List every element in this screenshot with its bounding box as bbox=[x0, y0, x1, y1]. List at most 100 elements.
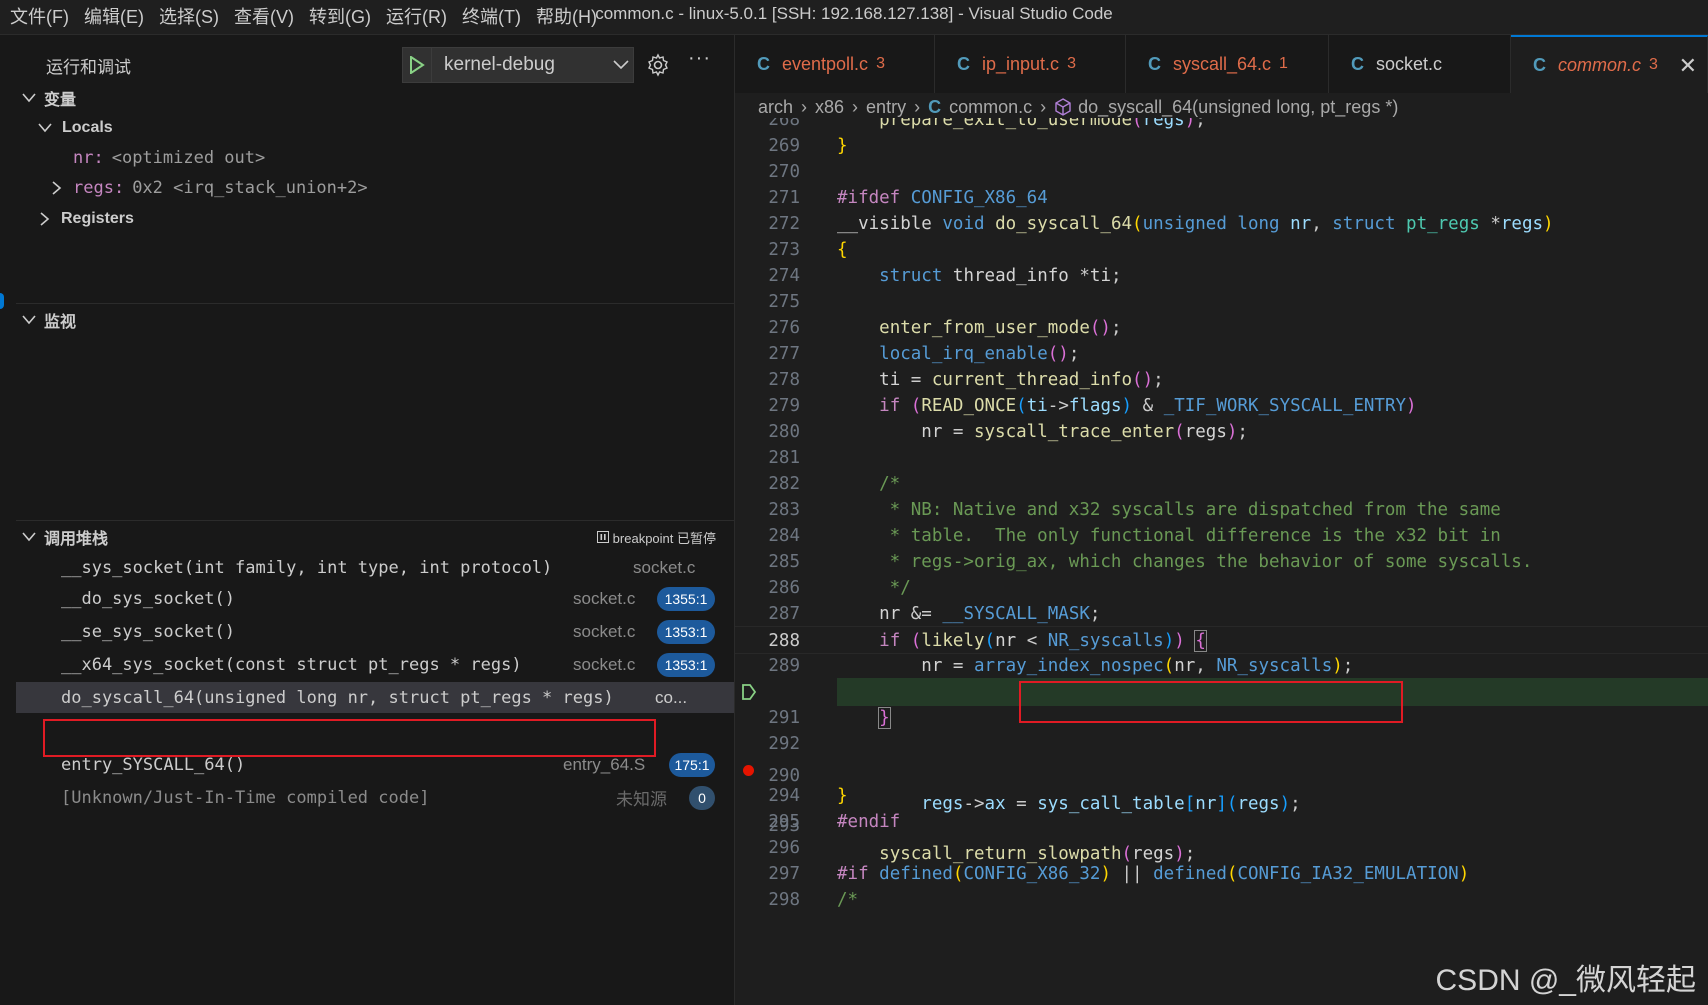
watch-title: 监视 bbox=[44, 314, 77, 331]
code-line-276: 276 enter_from_user_mode(); bbox=[735, 314, 1708, 342]
breakpoint-icon[interactable] bbox=[743, 765, 754, 776]
chevron-down-icon[interactable] bbox=[609, 48, 633, 82]
line-number: 280 bbox=[768, 422, 800, 442]
variables-section-header[interactable]: 变量 bbox=[0, 83, 734, 113]
more-actions-icon[interactable]: ··· bbox=[688, 47, 711, 70]
code-text: nr &= __SYSCALL_MASK; bbox=[879, 604, 1101, 624]
code-line-274: 274 struct thread_info *ti; bbox=[735, 262, 1708, 290]
tab-label: syscall_64.c bbox=[1173, 53, 1272, 74]
line-number: 291 bbox=[768, 708, 800, 728]
menu-view[interactable]: 查看(V) bbox=[230, 0, 305, 34]
frame-function: do_syscall_64(unsigned long nr, struct p… bbox=[61, 687, 614, 708]
code-text: nr = array_index_nospec(nr, NR_syscalls)… bbox=[921, 656, 1354, 676]
code-text: #endif bbox=[837, 812, 901, 832]
line-number: 297 bbox=[768, 864, 800, 884]
tab-common[interactable]: C common.c 3 ✕ bbox=[1511, 35, 1708, 93]
section-divider bbox=[16, 303, 734, 304]
line-number: 285 bbox=[768, 552, 800, 572]
code-line-273: 273 { bbox=[735, 236, 1708, 264]
line-number: 274 bbox=[768, 266, 800, 286]
frame-file: socket.c bbox=[573, 588, 636, 608]
code-text: } bbox=[837, 786, 848, 806]
tab-eventpoll[interactable]: C eventpoll.c 3 bbox=[735, 35, 935, 93]
breadcrumb-item[interactable]: entry bbox=[866, 97, 906, 118]
breadcrumb-symbol[interactable]: do_syscall_64(unsigned long, pt_regs *) bbox=[1078, 97, 1398, 118]
tab-socket[interactable]: C socket.c bbox=[1329, 35, 1511, 93]
code-line-277: 277 local_irq_enable(); bbox=[735, 340, 1708, 368]
stack-frame[interactable]: [Unknown/Just-In-Time compiled code] 未知源… bbox=[16, 782, 734, 813]
pause-icon bbox=[596, 531, 609, 543]
stack-frame[interactable]: __se_sys_socket() socket.c 1353:1 bbox=[16, 616, 734, 647]
code-line-292: 292 bbox=[735, 730, 1708, 758]
code-text: ti = current_thread_info(); bbox=[879, 370, 1164, 390]
code-editor[interactable]: 268 prepare_exit_to_usermode(regs); 269}… bbox=[735, 118, 1708, 1005]
stack-frame[interactable]: __do_sys_socket() socket.c 1355:1 bbox=[16, 583, 734, 614]
line-number: 279 bbox=[768, 396, 800, 416]
callstack-section-header[interactable]: 调用堆栈 breakpoint 已暂停 bbox=[0, 522, 734, 552]
line-number: 276 bbox=[768, 318, 800, 338]
menu-go[interactable]: 转到(G) bbox=[305, 0, 382, 34]
line-number: 271 bbox=[768, 188, 800, 208]
menu-edit[interactable]: 编辑(E) bbox=[80, 0, 155, 34]
debug-config-select[interactable]: kernel-debug bbox=[402, 47, 634, 83]
code-line-282: 282 /* bbox=[735, 470, 1708, 498]
start-debug-button[interactable] bbox=[403, 48, 432, 82]
problem-count: 3 bbox=[1067, 55, 1076, 72]
chevron-down-icon bbox=[22, 93, 38, 103]
debug-config-name: kernel-debug bbox=[444, 54, 555, 75]
menu-run[interactable]: 运行(R) bbox=[382, 0, 458, 34]
callstack-title: 调用堆栈 bbox=[44, 531, 109, 548]
code-line-272: 272 __visible void do_syscall_64(unsigned… bbox=[735, 210, 1708, 238]
code-line-270: 270 bbox=[735, 158, 1708, 186]
code-text: enter_from_user_mode(); bbox=[879, 318, 1122, 338]
line-number: 287 bbox=[768, 604, 800, 624]
breadcrumb: arch › x86 › entry › C common.c › do_sys… bbox=[758, 93, 1398, 121]
line-number: 282 bbox=[768, 474, 800, 494]
paused-frame-arrow-icon bbox=[742, 684, 757, 700]
code-line-280: 280 nr = syscall_trace_enter(regs); bbox=[735, 418, 1708, 446]
code-line-288: 288 if (likely(nr < NR_syscalls)) { bbox=[735, 626, 1708, 654]
frame-file: entry_64.S bbox=[563, 754, 646, 774]
tab-ip-input[interactable]: C ip_input.c 3 bbox=[935, 35, 1126, 93]
breadcrumb-file[interactable]: common.c bbox=[949, 97, 1032, 118]
tab-label: ip_input.c bbox=[982, 53, 1060, 74]
editor-tabs: C eventpoll.c 3 C ip_input.c 3 C syscall… bbox=[735, 35, 1708, 93]
chevron-right-icon: › bbox=[1040, 96, 1047, 117]
code-text: * regs->orig_ax, which changes the behav… bbox=[837, 552, 1533, 572]
chevron-right-icon: › bbox=[852, 96, 859, 117]
code-line-275: 275 bbox=[735, 288, 1708, 316]
menu-terminal[interactable]: 终端(T) bbox=[458, 0, 532, 34]
code-text: if (likely(nr < NR_syscalls)) { bbox=[879, 630, 1207, 652]
debug-sidebar: 运行和调试 kernel-debug ··· 变量 Locals nr: <op… bbox=[0, 35, 735, 1005]
menu-help[interactable]: 帮助(H) bbox=[532, 0, 608, 34]
stack-frame[interactable]: entry_SYSCALL_64() entry_64.S 175:1 bbox=[16, 749, 734, 780]
code-text: if (READ_ONCE(ti->flags) & _TIF_WORK_SYS… bbox=[879, 396, 1417, 416]
line-number: 286 bbox=[768, 578, 800, 598]
breadcrumb-item[interactable]: x86 bbox=[815, 97, 844, 118]
variable-regs[interactable]: regs: 0x2 <irq_stack_union+2> bbox=[0, 173, 734, 203]
tab-label: common.c bbox=[1558, 54, 1642, 75]
locals-scope[interactable]: Locals bbox=[0, 113, 734, 143]
code-line-297: 297 #if defined(CONFIG_X86_32) || defined… bbox=[735, 860, 1708, 888]
variable-nr[interactable]: nr: <optimized out> bbox=[0, 143, 734, 173]
tab-syscall-64[interactable]: C syscall_64.c 1 bbox=[1126, 35, 1329, 93]
code-line-284: 284 * table. The only functional differe… bbox=[735, 522, 1708, 550]
gear-icon[interactable] bbox=[646, 53, 670, 77]
menu-file[interactable]: 文件(F) bbox=[6, 0, 80, 34]
cube-icon bbox=[1055, 98, 1071, 116]
line-number: 281 bbox=[768, 448, 800, 468]
chevron-down-icon bbox=[22, 315, 38, 325]
code-text: /* bbox=[837, 474, 901, 494]
watch-section-header[interactable]: 监视 bbox=[0, 305, 734, 335]
line-number: 272 bbox=[768, 214, 800, 234]
breadcrumb-item[interactable]: arch bbox=[758, 97, 793, 118]
close-icon[interactable]: ✕ bbox=[1679, 53, 1697, 79]
line-number: 289 bbox=[768, 656, 800, 676]
code-text: struct thread_info *ti; bbox=[879, 266, 1122, 286]
stack-frame[interactable]: __x64_sys_socket(const struct pt_regs * … bbox=[16, 649, 734, 680]
chevron-down-icon bbox=[38, 123, 54, 133]
stack-frame-selected[interactable]: do_syscall_64(unsigned long nr, struct p… bbox=[16, 682, 734, 713]
menu-selection[interactable]: 选择(S) bbox=[155, 0, 230, 34]
stack-frame[interactable]: __sys_socket(int family, int type, int p… bbox=[16, 552, 734, 583]
registers-scope[interactable]: Registers bbox=[0, 204, 734, 234]
